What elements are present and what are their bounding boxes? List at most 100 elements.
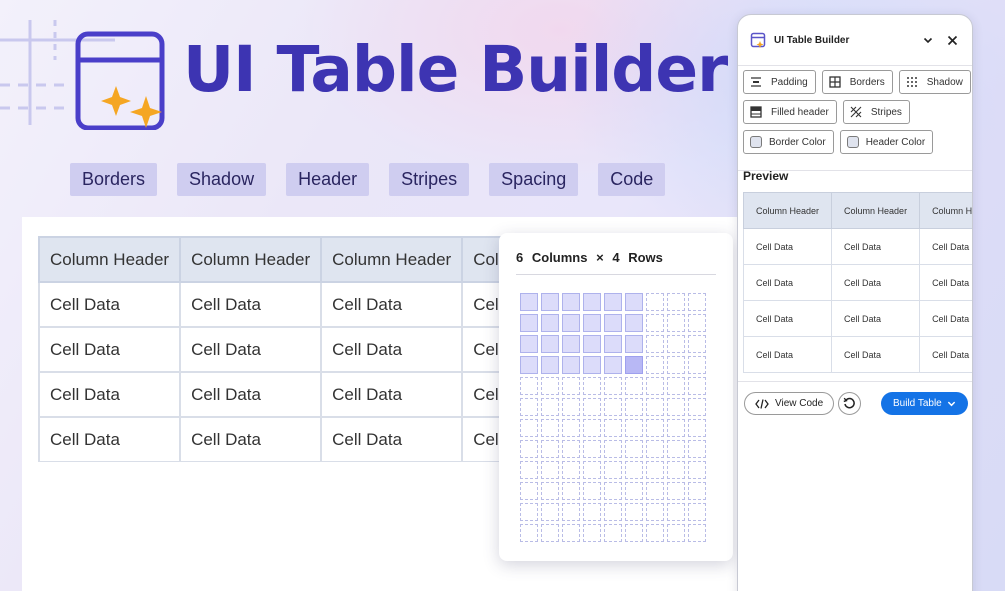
grid-cell[interactable] <box>541 314 559 332</box>
grid-cell[interactable] <box>541 419 559 437</box>
grid-cell[interactable] <box>688 482 706 500</box>
grid-cell[interactable] <box>625 503 643 521</box>
view-code-button[interactable]: View Code <box>744 392 835 415</box>
grid-cell[interactable] <box>583 356 601 374</box>
border-color-picker[interactable]: Border Color <box>743 130 834 154</box>
grid-cell[interactable] <box>604 503 622 521</box>
grid-cell[interactable] <box>667 440 685 458</box>
grid-cell[interactable] <box>646 398 664 416</box>
grid-cell[interactable] <box>688 398 706 416</box>
grid-cell[interactable] <box>583 314 601 332</box>
grid-cell[interactable] <box>646 377 664 395</box>
grid-cell[interactable] <box>625 398 643 416</box>
grid-cell[interactable] <box>667 314 685 332</box>
tab-spacing[interactable]: Spacing <box>489 163 579 196</box>
grid-cell[interactable] <box>688 356 706 374</box>
grid-cell[interactable] <box>667 356 685 374</box>
grid-cell[interactable] <box>520 335 538 353</box>
grid-cell[interactable] <box>625 482 643 500</box>
grid-cell[interactable] <box>583 419 601 437</box>
grid-cell[interactable] <box>688 419 706 437</box>
grid-cell[interactable] <box>667 461 685 479</box>
grid-cell[interactable] <box>667 503 685 521</box>
grid-cell[interactable] <box>583 377 601 395</box>
borders-toggle[interactable]: Borders <box>821 70 893 94</box>
grid-cell[interactable] <box>625 314 643 332</box>
grid-cell[interactable] <box>688 524 706 542</box>
tab-borders[interactable]: Borders <box>70 163 158 196</box>
grid-cell[interactable] <box>541 482 559 500</box>
grid-cell[interactable] <box>646 440 664 458</box>
grid-cell[interactable] <box>541 377 559 395</box>
grid-cell[interactable] <box>667 335 685 353</box>
grid-cell[interactable] <box>604 377 622 395</box>
grid-cell[interactable] <box>604 524 622 542</box>
grid-cell[interactable] <box>625 461 643 479</box>
tab-stripes[interactable]: Stripes <box>389 163 470 196</box>
grid-cell[interactable] <box>541 293 559 311</box>
grid-cell[interactable] <box>604 440 622 458</box>
grid-cell[interactable] <box>646 356 664 374</box>
stripes-toggle[interactable]: Stripes <box>842 100 910 124</box>
grid-cell[interactable] <box>625 440 643 458</box>
grid-cell[interactable] <box>562 293 580 311</box>
grid-cell[interactable] <box>520 419 538 437</box>
shadow-toggle[interactable]: Shadow <box>898 70 971 94</box>
grid-cell[interactable] <box>541 524 559 542</box>
grid-cell[interactable] <box>604 419 622 437</box>
chevron-down-icon[interactable] <box>918 30 938 50</box>
grid-cell[interactable] <box>646 482 664 500</box>
grid-cell[interactable] <box>667 293 685 311</box>
header-color-picker[interactable]: Header Color <box>839 130 934 154</box>
grid-cell[interactable] <box>520 440 538 458</box>
grid-cell[interactable] <box>583 398 601 416</box>
tab-header[interactable]: Header <box>286 163 370 196</box>
grid-cell[interactable] <box>646 293 664 311</box>
grid-cell[interactable] <box>562 377 580 395</box>
grid-cell[interactable] <box>625 524 643 542</box>
tab-shadow[interactable]: Shadow <box>177 163 267 196</box>
grid-cell[interactable] <box>688 461 706 479</box>
grid-cell[interactable] <box>688 503 706 521</box>
grid-cell[interactable] <box>604 398 622 416</box>
grid-cell[interactable] <box>625 377 643 395</box>
grid-cell[interactable] <box>541 440 559 458</box>
close-icon[interactable] <box>942 30 962 50</box>
grid-cell[interactable] <box>646 461 664 479</box>
grid-cell[interactable] <box>520 356 538 374</box>
grid-cell[interactable] <box>541 461 559 479</box>
grid-cell[interactable] <box>646 503 664 521</box>
grid-cell[interactable] <box>520 503 538 521</box>
grid-cell[interactable] <box>541 503 559 521</box>
grid-cell[interactable] <box>520 293 538 311</box>
grid-cell[interactable] <box>562 461 580 479</box>
grid-cell[interactable] <box>646 419 664 437</box>
grid-cell[interactable] <box>583 482 601 500</box>
grid-cell[interactable] <box>604 314 622 332</box>
grid-cell[interactable] <box>625 419 643 437</box>
grid-cell[interactable] <box>541 356 559 374</box>
grid-cell[interactable] <box>583 503 601 521</box>
grid-cell[interactable] <box>562 419 580 437</box>
grid-cell[interactable] <box>562 503 580 521</box>
grid-cell[interactable] <box>562 440 580 458</box>
grid-cell[interactable] <box>625 293 643 311</box>
grid-cell[interactable] <box>583 335 601 353</box>
grid-cell[interactable] <box>562 482 580 500</box>
grid-cell[interactable] <box>646 524 664 542</box>
grid-cell[interactable] <box>520 398 538 416</box>
grid-cell[interactable] <box>520 314 538 332</box>
grid-cell[interactable] <box>562 398 580 416</box>
grid-cell[interactable] <box>520 524 538 542</box>
grid-cell[interactable] <box>688 293 706 311</box>
grid-cell[interactable] <box>541 335 559 353</box>
grid-cell[interactable] <box>604 461 622 479</box>
grid-cell[interactable] <box>583 461 601 479</box>
grid-cell[interactable] <box>583 524 601 542</box>
grid-cell[interactable] <box>667 419 685 437</box>
grid-cell[interactable] <box>625 356 643 374</box>
grid-cell[interactable] <box>625 335 643 353</box>
grid-cell[interactable] <box>667 524 685 542</box>
grid-cell[interactable] <box>520 482 538 500</box>
grid-cell[interactable] <box>667 482 685 500</box>
